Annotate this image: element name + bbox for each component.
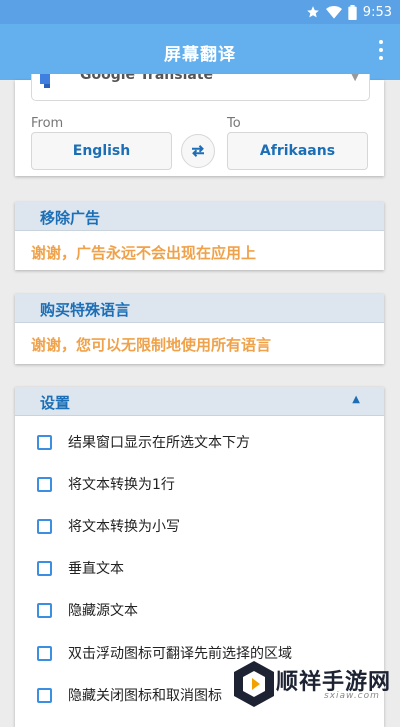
setting-option[interactable]: 结果窗口显示在所选文本下方 — [37, 431, 250, 453]
app-bar: 屏幕翻译 — [0, 24, 400, 80]
remove-ads-header[interactable]: 移除广告 — [15, 202, 384, 231]
from-label: From — [31, 116, 64, 131]
watermark-subtext: sxiaw.com — [324, 691, 380, 701]
google-translate-icon — [40, 74, 50, 88]
checkbox[interactable] — [37, 476, 52, 492]
checkbox[interactable] — [37, 645, 52, 661]
status-time: 9:53 — [362, 4, 392, 20]
special-languages-message: 谢谢，您可以无限制地使用所有语言 — [31, 336, 272, 354]
to-language-button[interactable]: Afrikaans — [227, 132, 368, 170]
remove-ads-message: 谢谢，广告永远不会出现在应用上 — [31, 244, 257, 262]
setting-option[interactable]: 隐藏源文本 — [37, 599, 138, 621]
swap-icon — [192, 145, 204, 157]
setting-option[interactable]: 将文本转换为1行 — [37, 473, 175, 495]
setting-label: 结果窗口显示在所选文本下方 — [68, 435, 250, 451]
watermark-logo-icon — [234, 661, 274, 707]
swap-languages-button[interactable] — [181, 134, 215, 168]
checkbox[interactable] — [37, 518, 52, 534]
translation-service-select[interactable]: Google Translate ▼ — [31, 74, 370, 101]
status-bar: 9:53 — [0, 0, 400, 24]
service-name: Google Translate — [80, 74, 214, 83]
setting-label: 隐藏关闭图标和取消图标 — [68, 688, 222, 704]
setting-label: 将文本转换为小写 — [68, 519, 180, 535]
battery-icon — [348, 4, 357, 20]
special-languages-card: 购买特殊语言 谢谢，您可以无限制地使用所有语言 — [15, 294, 384, 364]
setting-label: 垂直文本 — [68, 561, 124, 577]
settings-header[interactable]: 设置 ▲ — [15, 387, 384, 416]
checkbox[interactable] — [37, 602, 52, 618]
setting-option[interactable]: 垂直文本 — [37, 557, 124, 579]
setting-label: 隐藏源文本 — [68, 603, 138, 619]
watermark: 顺祥手游网 sxiaw.com — [228, 658, 400, 711]
setting-option[interactable]: 将文本转换为小写 — [37, 515, 180, 537]
wifi-icon — [325, 6, 342, 19]
special-languages-title: 购买特殊语言 — [40, 301, 131, 319]
app-title: 屏幕翻译 — [164, 45, 236, 65]
checkbox[interactable] — [37, 560, 52, 576]
setting-option[interactable]: 隐藏关闭图标和取消图标 — [37, 684, 222, 706]
checkbox[interactable] — [37, 687, 52, 703]
to-label: To — [227, 116, 241, 131]
remove-ads-title: 移除广告 — [40, 209, 101, 227]
chevron-up-icon[interactable]: ▲ — [352, 394, 360, 405]
special-languages-header[interactable]: 购买特殊语言 — [15, 294, 384, 323]
status-icons: 9:53 — [306, 3, 392, 21]
overflow-menu-icon[interactable] — [376, 40, 386, 64]
checkbox[interactable] — [37, 434, 52, 450]
chevron-down-icon: ▼ — [351, 74, 359, 83]
translate-card: Google Translate ▼ From To English Afrik… — [15, 74, 384, 176]
setting-label: 将文本转换为1行 — [68, 477, 175, 493]
star-icon — [306, 6, 319, 18]
from-language-button[interactable]: English — [31, 132, 172, 170]
remove-ads-card: 移除广告 谢谢，广告永远不会出现在应用上 — [15, 202, 384, 270]
settings-title: 设置 — [40, 394, 71, 412]
